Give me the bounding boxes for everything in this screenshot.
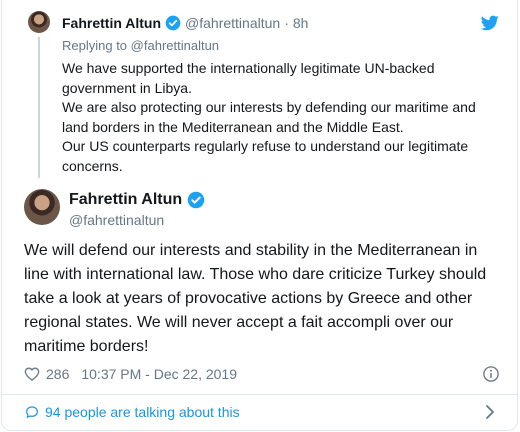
author-name-row: Fahrettin Altun bbox=[69, 191, 205, 209]
replying-to-mention[interactable]: @fahrettinaltun bbox=[131, 38, 219, 53]
replying-to: Replying to @fahrettinaltun bbox=[62, 38, 219, 53]
twitter-bird-icon[interactable] bbox=[481, 15, 499, 31]
tweet-timestamp[interactable]: 10:37 PM - Dec 22, 2019 bbox=[81, 366, 237, 382]
parent-tweet-text: We have supported the internationally le… bbox=[62, 59, 492, 176]
chevron-right-icon[interactable] bbox=[484, 404, 496, 420]
parent-tweet[interactable]: Fahrettin Altun @fahrettinaltun · 8h Rep… bbox=[2, 0, 517, 182]
parent-tweet-header: Fahrettin Altun @fahrettinaltun · 8h bbox=[62, 14, 308, 32]
embedded-tweet-card: Fahrettin Altun @fahrettinaltun · 8h Rep… bbox=[1, 0, 518, 431]
thread-connector bbox=[38, 37, 40, 178]
parent-paragraph: We have supported the internationally le… bbox=[62, 60, 435, 96]
tweet-text: We will defend our interests and stabili… bbox=[24, 242, 487, 355]
author-avatar[interactable] bbox=[24, 189, 60, 225]
separator-dot: · bbox=[284, 15, 289, 31]
verified-badge-icon bbox=[187, 191, 205, 209]
parent-paragraph: Our US counterparts regularly refuse to … bbox=[62, 138, 469, 174]
parent-author-handle[interactable]: @fahrettinaltun bbox=[185, 15, 280, 31]
parent-tweet-time[interactable]: 8h bbox=[293, 15, 309, 31]
parent-author-name[interactable]: Fahrettin Altun bbox=[62, 15, 161, 31]
parent-avatar[interactable] bbox=[28, 11, 50, 33]
like-count[interactable]: 286 bbox=[46, 366, 69, 382]
verified-badge-icon bbox=[165, 15, 181, 31]
info-icon[interactable] bbox=[482, 365, 500, 383]
author-name[interactable]: Fahrettin Altun bbox=[69, 191, 182, 209]
comment-bubble-icon bbox=[26, 406, 38, 418]
author-handle[interactable]: @fahrettinaltun bbox=[69, 212, 164, 228]
parent-paragraph: We are also protecting our interests by … bbox=[62, 99, 476, 135]
footer-divider bbox=[2, 394, 517, 395]
conversation-link[interactable]: 94 people are talking about this bbox=[24, 402, 500, 422]
conversation-label[interactable]: 94 people are talking about this bbox=[45, 404, 240, 420]
heart-icon[interactable] bbox=[24, 366, 40, 382]
replying-label: Replying to bbox=[62, 38, 128, 53]
tweet-meta: 286 10:37 PM - Dec 22, 2019 bbox=[24, 364, 500, 384]
